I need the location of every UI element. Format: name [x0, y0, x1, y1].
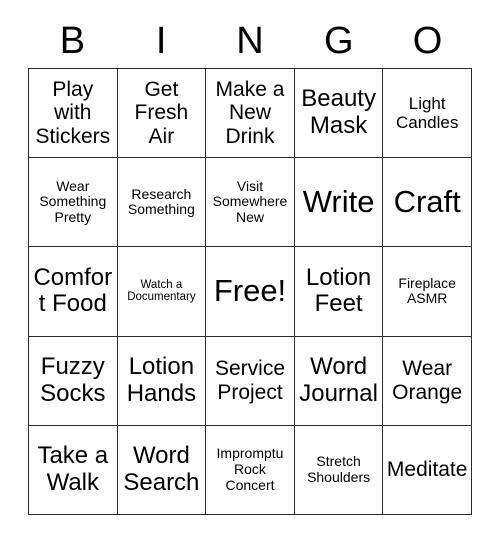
bingo-cell[interactable]: Meditate [383, 425, 472, 515]
bingo-cell-label: Wear Something Pretty [39, 177, 107, 226]
bingo-cell[interactable]: Word Journal [294, 336, 384, 426]
bingo-cell[interactable]: Impromptu Rock Concert [206, 425, 295, 515]
bingo-cell-label: Impromptu Rock Concert [216, 445, 284, 493]
bingo-cell[interactable]: Light Candles [383, 69, 472, 159]
bingo-cell-label: Lotion Feet [305, 263, 372, 318]
bingo-cell-label: Meditate [386, 458, 468, 482]
bingo-cell-label: Get Fresh Air [134, 77, 189, 148]
bingo-cell-label: Comfort Food [33, 263, 113, 318]
bingo-header-letter-b: B [59, 20, 86, 62]
bingo-cell-label: Make a New Drink [215, 77, 285, 148]
bingo-cell[interactable]: Research Something [117, 158, 207, 248]
bingo-cell[interactable]: Write [294, 158, 384, 248]
bingo-cell[interactable]: Make a New Drink [206, 69, 295, 159]
bingo-cell[interactable]: Wear Something Pretty [29, 158, 118, 248]
bingo-cell[interactable]: Wear Orange [383, 336, 472, 426]
bingo-cell-label: Fuzzy Socks [40, 352, 106, 407]
bingo-cell-label: Word Search [123, 442, 200, 496]
bingo-cell[interactable]: Fireplace ASMR [383, 247, 472, 337]
bingo-header-row: B I N G O [28, 14, 472, 68]
bingo-cell[interactable]: Word Search [117, 425, 207, 515]
bingo-cell-label: Play with Stickers [35, 77, 111, 148]
bingo-cell-label: Free! [213, 273, 287, 309]
bingo-cell-label: Write [302, 183, 375, 219]
bingo-cell[interactable]: Lotion Hands [117, 336, 207, 426]
bingo-cell[interactable]: Play with Stickers [29, 69, 118, 159]
bingo-header-letter-g: G [324, 20, 354, 62]
bingo-cell[interactable]: Beauty Mask [294, 69, 384, 159]
bingo-cell-label: Fireplace ASMR [398, 274, 456, 307]
bingo-cell-label: Wear Orange [392, 357, 463, 404]
bingo-free-space[interactable]: Free! [206, 247, 295, 337]
bingo-cell-label: Light Candles [396, 94, 459, 133]
bingo-cell[interactable]: Visit Somewhere New [206, 158, 295, 248]
bingo-cell[interactable]: Lotion Feet [294, 247, 384, 337]
bingo-header-letter-o: O [412, 20, 443, 62]
bingo-header-letter-n: N [236, 20, 264, 62]
bingo-cell[interactable]: Stretch Shoulders [294, 425, 384, 515]
bingo-cell[interactable]: Craft [383, 158, 472, 248]
bingo-cell-label: Beauty Mask [301, 85, 376, 140]
bingo-cell[interactable]: Fuzzy Socks [29, 336, 118, 426]
bingo-cell-label: Service Project [214, 357, 285, 404]
bingo-cell-label: Lotion Hands [126, 352, 197, 407]
bingo-header-letter-i: I [155, 20, 167, 62]
bingo-grid: Play with Stickers Get Fresh Air Make a Ne… [28, 68, 472, 515]
bingo-cell[interactable]: Service Project [206, 336, 295, 426]
bingo-cell-label: Visit Somewhere New [212, 177, 288, 226]
bingo-cell[interactable]: Get Fresh Air [117, 69, 207, 159]
bingo-cell-label: Craft [393, 183, 461, 219]
bingo-cell[interactable]: Take a Walk [29, 425, 118, 515]
bingo-card: B I N G O Play with Stickers Get Fresh Ai… [0, 0, 500, 544]
bingo-cell[interactable]: Comfort Food [29, 247, 118, 337]
bingo-cell-label: Word Journal [299, 352, 378, 407]
bingo-cell-label: Research Something [127, 185, 195, 218]
bingo-cell-label: Watch a Documentary [127, 278, 196, 304]
bingo-cell[interactable]: Watch a Documentary [117, 247, 207, 337]
bingo-cell-label: Take a Walk [37, 442, 109, 496]
bingo-cell-label: Stretch Shoulders [307, 453, 371, 485]
